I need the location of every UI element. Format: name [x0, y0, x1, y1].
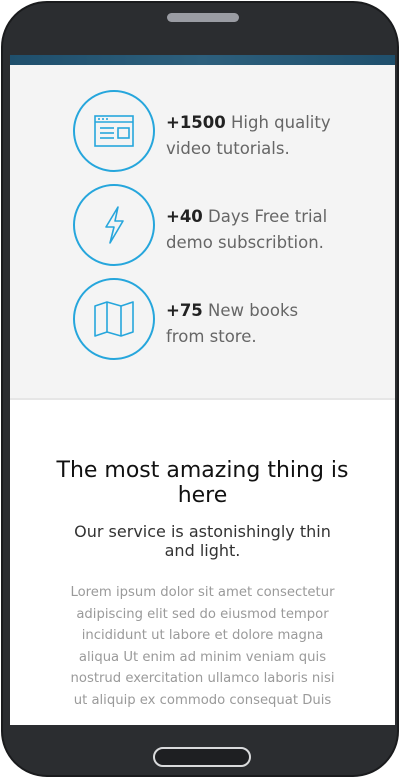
speaker-grille — [167, 13, 239, 22]
feature-text: +1500 High quality video tutorials. — [166, 110, 366, 162]
feature-label-line1: High quality — [225, 113, 331, 132]
feature-item-trial: +40 Days Free trial demo subscribtion. — [73, 184, 383, 270]
feature-label-line1: New books — [202, 301, 299, 320]
phone-frame: +1500 High quality video tutorials. +40 … — [1, 1, 399, 777]
feature-number: +1500 — [166, 113, 226, 132]
map-icon — [73, 278, 155, 360]
phone-screen: +1500 High quality video tutorials. +40 … — [10, 55, 395, 725]
header-bar — [10, 55, 395, 65]
feature-label-line2: from store. — [166, 327, 257, 346]
lightning-bolt-icon — [73, 184, 155, 266]
feature-label-line2: demo subscribtion. — [166, 233, 324, 252]
feature-item-tutorials: +1500 High quality video tutorials. — [73, 90, 383, 176]
feature-label-line2: video tutorials. — [166, 139, 290, 158]
body-paragraph: Lorem ipsum dolor sit amet consectetur a… — [70, 585, 335, 708]
feature-text: +40 Days Free trial demo subscribtion. — [166, 204, 366, 256]
headline: The most amazing thing is here — [56, 458, 349, 508]
home-button[interactable] — [153, 747, 251, 767]
feature-label-line1: Days Free trial — [202, 207, 328, 226]
subheadline: Our service is astonishingly thin and li… — [74, 522, 331, 560]
feature-number: +75 — [166, 301, 203, 320]
feature-item-books: +75 New books from store. — [73, 278, 383, 364]
feature-number: +40 — [166, 207, 203, 226]
feature-text: +75 New books from store. — [166, 298, 366, 350]
content-section: The most amazing thing is here Our servi… — [10, 400, 395, 711]
features-section: +1500 High quality video tutorials. +40 … — [10, 65, 395, 400]
browser-window-icon — [73, 90, 155, 172]
